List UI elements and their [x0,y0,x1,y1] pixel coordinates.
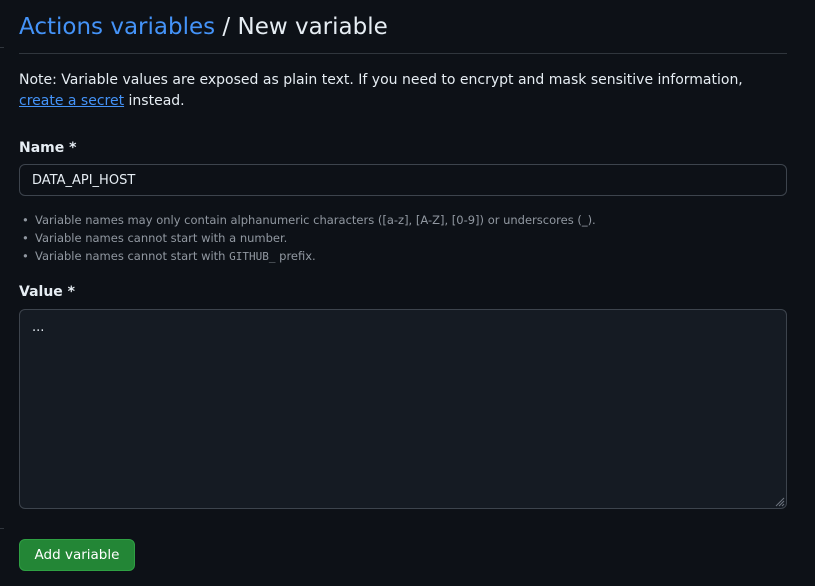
name-rule-text: Variable names cannot start with [35,249,230,263]
textarea-resize-grip-icon[interactable] [775,497,785,507]
breadcrumb-actions-variables-link[interactable]: Actions variables [19,14,215,40]
note-text: Note: Variable values are exposed as pla… [19,72,743,88]
name-input[interactable] [19,164,787,196]
edge-divider-mark [0,47,4,48]
note-text-end: instead. [124,93,185,109]
name-rule-item: Variable names may only contain alphanum… [22,211,596,229]
name-rule-item: Variable names cannot start with a numbe… [22,229,596,247]
github-prefix-code: GITHUB_ [229,250,276,263]
create-secret-link[interactable]: create a secret [19,93,124,109]
page-title: Actions variables / New variable [19,10,787,54]
name-rule-text: Variable names may only contain alphanum… [35,213,596,227]
new-variable-page: Actions variables / New variable Note: V… [0,0,815,586]
breadcrumb-separator: / [215,14,238,40]
edge-divider-mark [0,528,4,529]
name-rule-item: Variable names cannot start with GITHUB_… [22,247,596,266]
name-rules-list: Variable names may only contain alphanum… [22,211,596,266]
name-label: Name * [19,140,77,156]
breadcrumb-current-page: New variable [237,14,388,40]
add-variable-button[interactable]: Add variable [19,539,135,571]
value-textarea[interactable]: ... [19,309,787,509]
name-rule-text: Variable names cannot start with a numbe… [35,231,288,245]
plain-text-warning-note: Note: Variable values are exposed as pla… [19,70,759,112]
name-rule-text: prefix. [275,249,316,263]
value-label: Value * [19,284,75,300]
